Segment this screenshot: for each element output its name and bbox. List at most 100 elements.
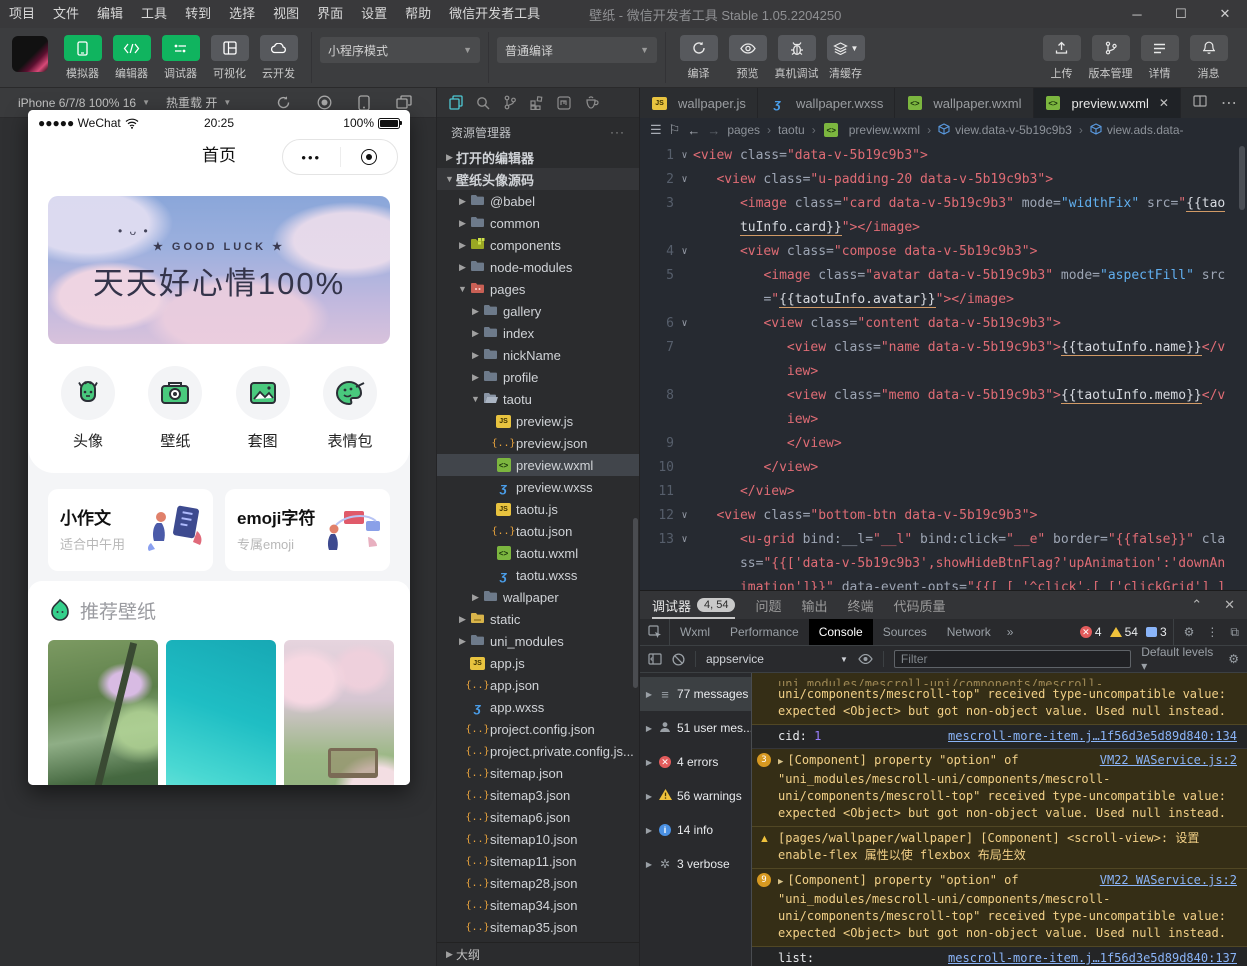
- tree-item-uni_modules[interactable]: ▶uni_modules: [437, 630, 639, 652]
- mode-dropdown[interactable]: 小程序模式▼: [320, 37, 480, 63]
- tree-item-sitemap.json[interactable]: {..}sitemap.json: [437, 762, 639, 784]
- utilities-icon[interactable]: [584, 96, 600, 109]
- console-warning-message[interactable]: 3VM22 WAService.js:2▶[Component] propert…: [752, 749, 1247, 827]
- bug-icon[interactable]: [778, 35, 816, 61]
- close-panel-icon[interactable]: ✕: [1224, 597, 1235, 613]
- console-log-message[interactable]: mescroll-more-item.j…1f56d3e5d89d840:134…: [752, 725, 1247, 749]
- multi-window-icon[interactable]: [396, 95, 412, 111]
- tree-item-@babel[interactable]: ▶@babel: [437, 190, 639, 212]
- console-filter-51 user mes...[interactable]: ▶51 user mes...: [640, 711, 751, 745]
- breadcrumb-preview.wxml[interactable]: <>preview.wxml: [823, 123, 920, 137]
- console-warning-message[interactable]: uni_modules/mescroll-uni/components/mesc…: [752, 673, 1247, 725]
- branch-icon[interactable]: [1092, 35, 1130, 61]
- back-arrow-icon[interactable]: ←: [687, 123, 700, 138]
- debugger-icon[interactable]: [162, 35, 200, 61]
- menu-item-设置[interactable]: 设置: [352, 0, 396, 28]
- expand-arrow-icon[interactable]: ▶: [778, 757, 783, 767]
- tree-item-nickName[interactable]: ▶nickName: [437, 344, 639, 366]
- console-filter-input[interactable]: [894, 650, 1131, 668]
- fold-marker-icon[interactable]: ∨: [676, 528, 693, 590]
- minimize-icon[interactable]: ─: [1115, 0, 1159, 28]
- promo-card-emoji字符[interactable]: emoji字符专属emoji: [225, 489, 390, 571]
- npm-icon[interactable]: [557, 96, 571, 110]
- bell-icon[interactable]: [1190, 35, 1228, 61]
- menu-item-文件[interactable]: 文件: [44, 0, 88, 28]
- dock-side-icon[interactable]: ⧉: [1230, 625, 1239, 640]
- breadcrumb-pages[interactable]: pages: [727, 123, 760, 137]
- wallpaper-thumb-forest[interactable]: [48, 640, 158, 785]
- maximize-icon[interactable]: ☐: [1159, 0, 1203, 28]
- menu-item-选择[interactable]: 选择: [220, 0, 264, 28]
- menu-item-工具[interactable]: 工具: [132, 0, 176, 28]
- code-editor[interactable]: 1∨<view class="data-v-5b19c9b3">2∨<view …: [640, 142, 1247, 590]
- tree-item-preview.json[interactable]: {..}preview.json: [437, 432, 639, 454]
- upload-icon[interactable]: [1043, 35, 1081, 61]
- outline-list-icon[interactable]: ☰: [650, 122, 662, 138]
- wallpaper-thumb-sea[interactable]: [166, 640, 276, 785]
- more-tabs-icon[interactable]: »: [1001, 625, 1020, 639]
- tree-item-preview.wxml[interactable]: <>preview.wxml: [437, 454, 639, 476]
- tree-item-gallery[interactable]: ▶gallery: [437, 300, 639, 322]
- visualization-icon[interactable]: [211, 35, 249, 61]
- feature-套图[interactable]: 套图: [231, 366, 295, 451]
- explorer-scrollbar[interactable]: [633, 518, 638, 688]
- console-filter-3 verbose[interactable]: ▶✲3 verbose: [640, 847, 751, 881]
- editor-scrollbar[interactable]: [1239, 146, 1245, 210]
- feature-壁纸[interactable]: 壁纸: [143, 366, 207, 451]
- more-menu-icon[interactable]: •••: [283, 150, 340, 165]
- devtools-tab-Sources[interactable]: Sources: [873, 619, 937, 645]
- clear-console-icon[interactable]: [672, 653, 685, 666]
- layers-icon[interactable]: ▼: [827, 35, 865, 61]
- tree-item-taotu.js[interactable]: JStaotu.js: [437, 498, 639, 520]
- debugger-tab-代码质量[interactable]: 代码质量: [894, 591, 946, 619]
- debugger-tab-输出[interactable]: 输出: [802, 591, 828, 619]
- source-control-icon[interactable]: [503, 95, 517, 110]
- fold-marker-icon[interactable]: ∨: [676, 240, 693, 264]
- console-settings-icon[interactable]: ⚙: [1228, 652, 1239, 666]
- breadcrumb-view.ads.data-[interactable]: view.ads.data-: [1090, 123, 1184, 138]
- menu-item-帮助[interactable]: 帮助: [396, 0, 440, 28]
- tree-item-index[interactable]: ▶index: [437, 322, 639, 344]
- cloud-icon[interactable]: [260, 35, 298, 61]
- console-warning-message[interactable]: 9VM22 WAService.js:2▶[Component] propert…: [752, 869, 1247, 947]
- tree-item-sitemap35.json[interactable]: {..}sitemap35.json: [437, 916, 639, 938]
- tree-item-pages[interactable]: ▼pages: [437, 278, 639, 300]
- editor-tab-preview.wxml[interactable]: <>preview.wxml✕: [1034, 88, 1181, 118]
- feature-头像[interactable]: 头像: [56, 366, 120, 451]
- tree-item-app.js[interactable]: JSapp.js: [437, 652, 639, 674]
- tree-item-static[interactable]: ▶static: [437, 608, 639, 630]
- close-mini-program-icon[interactable]: [341, 149, 398, 165]
- compile-mode-dropdown[interactable]: 普通编译▼: [497, 37, 657, 63]
- promo-card-小作文[interactable]: 小作文适合中午用: [48, 489, 213, 571]
- tree-item-taotu.wxml[interactable]: <>taotu.wxml: [437, 542, 639, 564]
- devtools-settings-icon[interactable]: ⚙: [1184, 625, 1195, 639]
- breadcrumb-view.data-v-5b19c9b3[interactable]: view.data-v-5b19c9b3: [938, 123, 1072, 138]
- menu-item-项目[interactable]: 项目: [0, 0, 44, 28]
- wallpaper-thumb-blossom[interactable]: [284, 640, 394, 785]
- tree-item-wallpaper[interactable]: ▶wallpaper: [437, 586, 639, 608]
- expand-arrow-icon[interactable]: ▶: [778, 877, 783, 887]
- source-link[interactable]: VM22 WAService.js:2: [1100, 872, 1237, 889]
- tree-item-project.private.config.js...[interactable]: {..}project.private.config.js...: [437, 740, 639, 762]
- tree-item-preview.js[interactable]: JSpreview.js: [437, 410, 639, 432]
- devtools-tab-Console[interactable]: Console: [809, 619, 873, 645]
- console-filter-14 info[interactable]: ▶i14 info: [640, 813, 751, 847]
- context-dropdown[interactable]: appservice▼: [706, 652, 848, 666]
- eye-watch-icon[interactable]: [858, 654, 873, 664]
- tree-item-project.config.json[interactable]: {..}project.config.json: [437, 718, 639, 740]
- tree-item-sitemap10.json[interactable]: {..}sitemap10.json: [437, 828, 639, 850]
- log-levels-dropdown[interactable]: Default levels ▾: [1141, 645, 1218, 673]
- banner-image[interactable]: • ᴗ • ★ GOOD LUCK ★ 天天好心情100%: [48, 196, 390, 344]
- menu-item-界面[interactable]: 界面: [308, 0, 352, 28]
- devtools-tab-Performance[interactable]: Performance: [720, 619, 809, 645]
- bookmark-icon[interactable]: ⚐: [669, 122, 681, 138]
- fold-marker-icon[interactable]: ∨: [676, 168, 693, 192]
- tree-item-sitemap6.json[interactable]: {..}sitemap6.json: [437, 806, 639, 828]
- debugger-tab-终端[interactable]: 终端: [848, 591, 874, 619]
- devtools-tab-Network[interactable]: Network: [937, 619, 1001, 645]
- editor-tab-wallpaper.wxml[interactable]: <>wallpaper.wxml: [895, 88, 1033, 118]
- tree-item-common[interactable]: ▶common: [437, 212, 639, 234]
- tree-item-sitemap3.json[interactable]: {..}sitemap3.json: [437, 784, 639, 806]
- simulator-icon[interactable]: [64, 35, 102, 61]
- search-icon[interactable]: [476, 96, 490, 110]
